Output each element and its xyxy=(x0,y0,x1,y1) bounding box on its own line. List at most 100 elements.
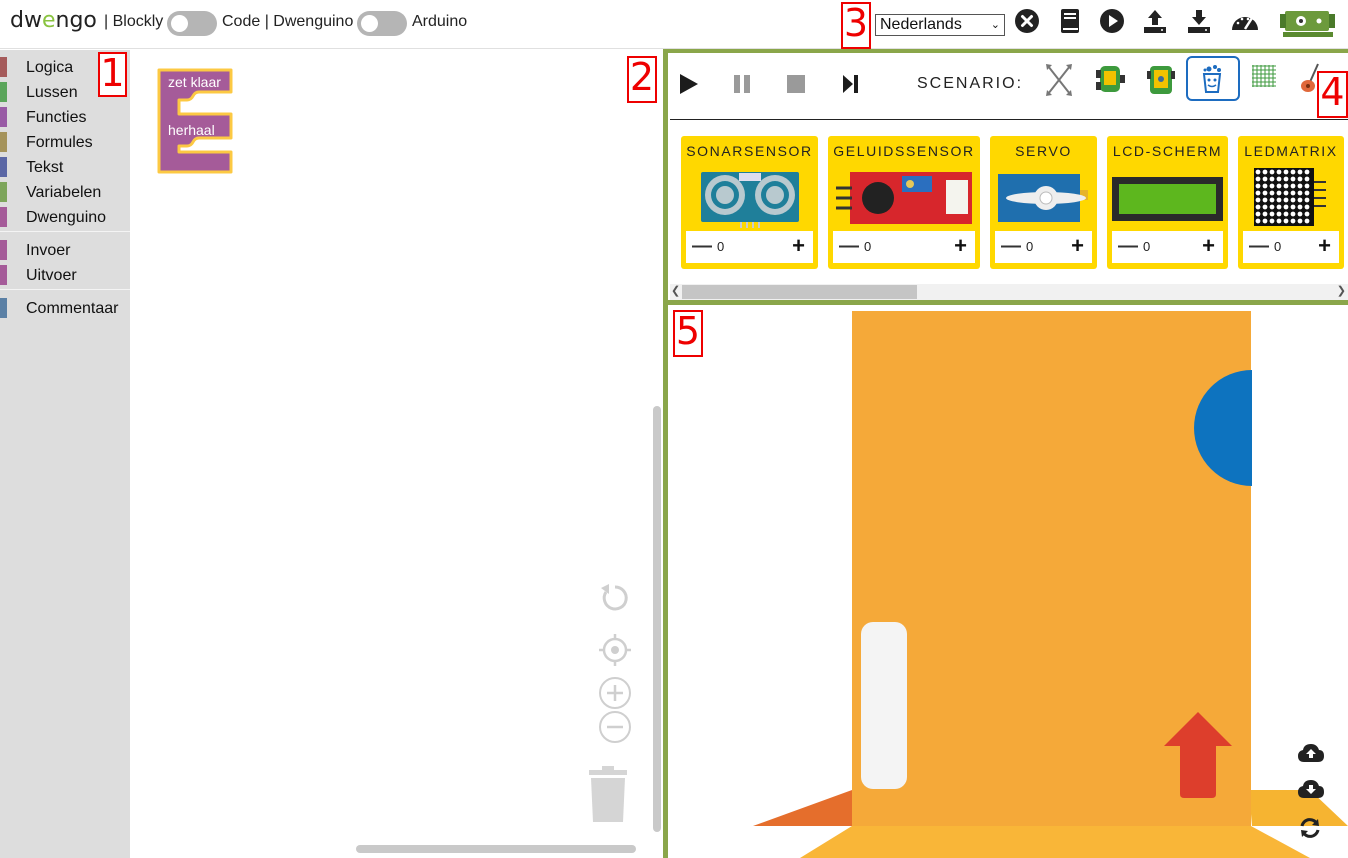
blockly-toolbox: Logica Lussen Functies Formules Tekst Va… xyxy=(0,50,130,858)
category-label: Tekst xyxy=(26,159,64,176)
workspace-vertical-scrollbar[interactable] xyxy=(653,406,661,832)
top-bar: dwengo | Blockly Code | Dwenguino Arduin… xyxy=(0,0,1348,49)
robot-board-icon[interactable] xyxy=(1279,5,1337,39)
increment-button[interactable]: + xyxy=(1318,233,1331,259)
language-value: Nederlands xyxy=(880,16,962,33)
reset-view-icon[interactable] xyxy=(597,580,633,616)
block-setup-label: zet klaar xyxy=(168,74,221,90)
category-label: Uitvoer xyxy=(26,267,77,284)
sensor-counter: — 0 + xyxy=(995,231,1092,263)
sensor-card-servo: SERVO — 0 + xyxy=(990,136,1097,269)
decrement-button[interactable]: — xyxy=(692,235,712,258)
toolbox-category-dwenguino[interactable]: Dwenguino xyxy=(0,205,130,227)
sensor-horizontal-scrollbar[interactable]: ❮ ❯ xyxy=(670,284,1348,300)
book-icon[interactable] xyxy=(1057,8,1083,34)
blockly-workspace[interactable]: zet klaar herhaal xyxy=(130,50,663,858)
sensor-card-sonar: SONARSENSOR — 0 + xyxy=(681,136,818,269)
toolbox-category-tekst[interactable]: Tekst xyxy=(0,155,130,177)
trash-icon[interactable] xyxy=(587,766,629,824)
mode-arduino-label: Arduino xyxy=(412,13,468,30)
upload-icon[interactable] xyxy=(1142,8,1168,34)
toolbox-category-formules[interactable]: Formules xyxy=(0,130,130,152)
increment-button[interactable]: + xyxy=(792,233,805,259)
sensor-counter: — 0 + xyxy=(686,231,813,263)
sensor-counter: — 0 + xyxy=(833,231,975,263)
robot-scenario-icon[interactable] xyxy=(1096,62,1126,96)
panel-divider-vertical[interactable] xyxy=(663,49,668,858)
dashboard-icon[interactable] xyxy=(1230,8,1260,34)
category-color-bar xyxy=(0,57,7,77)
mode-code-label: Code | Dwenguino xyxy=(222,13,354,30)
increment-button[interactable]: + xyxy=(1202,233,1215,259)
category-color-bar xyxy=(0,298,7,318)
arrows-scenario-icon[interactable] xyxy=(1044,62,1074,98)
increment-button[interactable]: + xyxy=(954,233,967,259)
step-icon[interactable] xyxy=(842,74,860,94)
cloud-download-icon[interactable] xyxy=(1297,778,1325,800)
decrement-button[interactable]: — xyxy=(839,235,859,258)
sensor-card-sound: GELUIDSSENSOR — 0 + xyxy=(828,136,980,269)
decrement-button[interactable]: — xyxy=(1249,235,1269,258)
download-icon[interactable] xyxy=(1186,8,1212,34)
cloud-upload-icon[interactable] xyxy=(1297,742,1325,764)
decrement-button[interactable]: — xyxy=(1001,235,1021,258)
category-label: Logica xyxy=(26,59,74,76)
toolbox-separator xyxy=(0,289,130,290)
sensor-count: 0 xyxy=(864,239,872,254)
grid-scenario-icon[interactable] xyxy=(1251,64,1277,88)
play-icon[interactable] xyxy=(678,72,700,96)
sensor-title: LCD-SCHERM xyxy=(1112,143,1223,159)
sensor-title: SERVO xyxy=(1015,143,1072,159)
category-label: Functies xyxy=(26,109,87,126)
toolbox-category-variabelen[interactable]: Variabelen xyxy=(0,180,130,202)
toolbox-category-functies[interactable]: Functies xyxy=(0,105,130,127)
sensor-title: SONARSENSOR xyxy=(686,143,813,159)
play-circle-icon[interactable] xyxy=(1099,8,1125,34)
block-loop-label: herhaal xyxy=(168,122,215,138)
annotation-3: 3 xyxy=(841,2,871,49)
mode-blockly-label: | Blockly xyxy=(104,13,164,30)
robot-board-scenario-icon[interactable] xyxy=(1147,63,1175,97)
chevron-down-icon: ⌄ xyxy=(990,19,1000,31)
pause-icon[interactable] xyxy=(732,74,752,94)
category-color-bar xyxy=(0,82,7,102)
dwengo-logo: dwengo xyxy=(10,8,97,33)
sensor-card-ledmatrix: LEDMATRIX — 0 + xyxy=(1238,136,1344,269)
social-robot-scenario-icon[interactable] xyxy=(1199,64,1225,94)
toolbox-category-invoer[interactable]: Invoer xyxy=(0,238,130,260)
scrollbar-thumb[interactable] xyxy=(682,285,917,299)
zoom-out-icon[interactable] xyxy=(597,709,633,745)
sensor-count: 0 xyxy=(717,239,725,254)
dwenguino-arduino-toggle[interactable] xyxy=(357,11,407,36)
annotation-1: 1 xyxy=(98,52,127,97)
close-circle-icon[interactable] xyxy=(1014,8,1040,34)
ledmatrix-image xyxy=(1254,168,1326,226)
simulator-top-border xyxy=(668,49,1348,53)
toolbox-category-uitvoer[interactable]: Uitvoer xyxy=(0,263,130,285)
sensor-title: GELUIDSSENSOR xyxy=(833,143,975,159)
increment-button[interactable]: + xyxy=(1071,233,1084,259)
category-label: Invoer xyxy=(26,242,71,259)
annotation-2: 2 xyxy=(627,56,657,103)
workspace-horizontal-scrollbar[interactable] xyxy=(356,845,636,853)
sensor-count: 0 xyxy=(1143,239,1151,254)
decrement-button[interactable]: — xyxy=(1118,235,1138,258)
scroll-left-icon[interactable]: ❮ xyxy=(671,284,680,297)
scroll-right-icon[interactable]: ❯ xyxy=(1337,284,1346,297)
sensor-count: 0 xyxy=(1274,239,1282,254)
language-select[interactable]: Nederlands ⌄ xyxy=(875,14,1005,36)
category-label: Dwenguino xyxy=(26,209,107,226)
refresh-icon[interactable] xyxy=(1298,816,1322,840)
toolbox-category-commentaar[interactable]: Commentaar xyxy=(0,296,130,318)
stop-icon[interactable] xyxy=(786,74,806,94)
annotation-4: 4 xyxy=(1317,71,1348,118)
category-color-bar xyxy=(0,157,7,177)
category-color-bar xyxy=(0,182,7,202)
category-color-bar xyxy=(0,207,7,227)
zoom-in-icon[interactable] xyxy=(597,675,633,711)
blockly-code-toggle[interactable] xyxy=(167,11,217,36)
social-robot-render xyxy=(753,311,1348,858)
sound-sensor-image xyxy=(836,172,972,224)
sensor-card-lcd: LCD-SCHERM — 0 + xyxy=(1107,136,1228,269)
recenter-icon[interactable] xyxy=(597,632,633,668)
